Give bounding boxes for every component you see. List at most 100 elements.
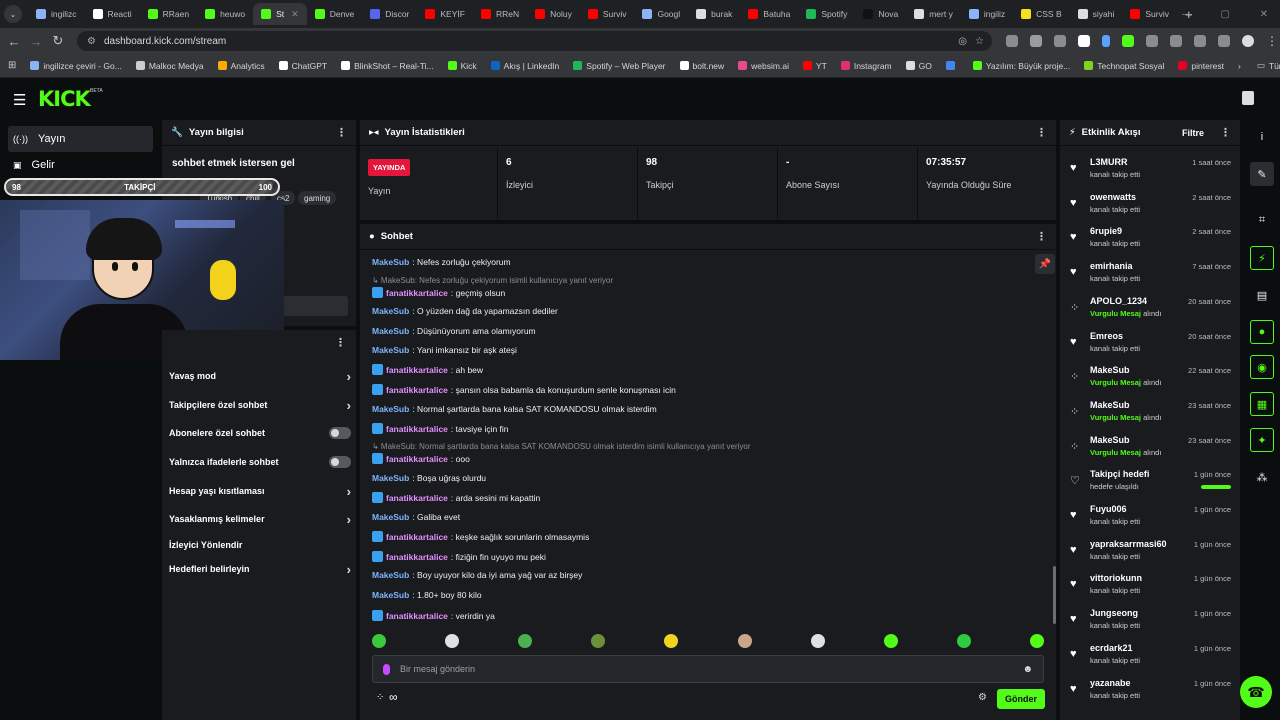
browser-menu-icon[interactable]: ⋮	[1266, 34, 1278, 48]
browser-tab[interactable]: siyahi	[1070, 3, 1123, 25]
activity-item[interactable]: ⁘ APOLO_1234 Vurgulu Mesaj alındı 20 saat ö…	[1068, 294, 1233, 324]
chevron-right-icon[interactable]: ›	[347, 398, 351, 413]
apps-icon[interactable]: ⁂	[1250, 465, 1274, 489]
kebab-menu-icon[interactable]: ⋮	[1220, 126, 1231, 139]
emote-icon[interactable]	[956, 634, 971, 648]
emote-icon[interactable]	[664, 634, 679, 648]
activity-item[interactable]: ♥ Fuyu006 kanalı takip etti 1 gün önce	[1068, 502, 1233, 532]
chevron-right-icon[interactable]: ›	[347, 369, 351, 384]
chevron-right-icon[interactable]: ›	[347, 484, 351, 499]
browser-tab[interactable]: Googl	[634, 3, 688, 25]
edit-icon[interactable]: ✎	[1250, 162, 1274, 186]
browser-tab[interactable]: mert y	[906, 3, 961, 25]
chat-username[interactable]: MakeSub	[372, 473, 409, 483]
wrench-icon[interactable]: ✦	[1250, 428, 1274, 452]
emote-icon[interactable]	[883, 634, 898, 648]
filter-button[interactable]: Filtre	[1182, 128, 1204, 138]
microphone-icon[interactable]	[383, 663, 390, 675]
tab-search-chevron-icon[interactable]: ⌄	[4, 5, 22, 23]
bookmark-item[interactable]: Analytics	[217, 61, 265, 71]
bookmark-item[interactable]: BlinkShot – Real-Ti...	[341, 61, 434, 71]
category-tag[interactable]: gaming	[298, 191, 337, 205]
chat-username[interactable]: MakeSub	[372, 257, 409, 267]
bookmark-item[interactable]: YT	[802, 61, 827, 71]
apps-grid-icon[interactable]: ⊞	[8, 60, 16, 71]
chat-setting-row[interactable]: Hedefleri belirleyin ›	[169, 559, 351, 579]
activity-item[interactable]: ♥ ecrdark21 kanalı takip etti 1 gün önce	[1068, 641, 1233, 671]
help-chat-button[interactable]: ☎	[1240, 676, 1272, 708]
bookmark-item[interactable]	[945, 61, 959, 70]
close-tab-icon[interactable]: ✕	[291, 9, 299, 20]
emote-icon[interactable]	[737, 634, 752, 648]
chat-username[interactable]: MakeSub	[372, 345, 409, 355]
stats-icon[interactable]: ▦	[1250, 392, 1274, 416]
bookmark-item[interactable]: ChatGPT	[278, 61, 327, 71]
emoji-icon[interactable]: ☻	[1022, 664, 1033, 675]
chat-username[interactable]: fanatikkartalice	[386, 365, 448, 375]
browser-tab[interactable]: RRaen	[140, 3, 197, 25]
puzzle-icon[interactable]	[1194, 35, 1206, 47]
chat-setting-row[interactable]: Yasaklanmış kelimeler ›	[169, 509, 351, 529]
broadcast-icon[interactable]: ◉	[1250, 355, 1274, 379]
profile-avatar-icon[interactable]	[1242, 35, 1254, 47]
sidebar-item-gelir[interactable]: ▣ Gelir	[8, 152, 153, 178]
browser-tab[interactable]: KEYİF	[417, 3, 473, 25]
activity-item[interactable]: ♥ emirhania kanalı takip etti 7 saat önce	[1068, 259, 1233, 289]
bookmark-item[interactable]: bolt.new	[679, 61, 724, 71]
chat-username[interactable]: MakeSub	[372, 570, 409, 580]
chat-username[interactable]: fanatikkartalice	[386, 288, 448, 298]
browser-tab[interactable]: Batuha	[740, 3, 798, 25]
bookmark-item[interactable]: pinterest	[1178, 61, 1224, 71]
chat-username[interactable]: fanatikkartalice	[386, 552, 448, 562]
kebab-menu-icon[interactable]: ⋮	[1036, 230, 1047, 243]
sidebar-item-yayin[interactable]: ((·)) Yayın	[8, 126, 153, 152]
bookmark-item[interactable]: Technopat Sosyal	[1084, 61, 1164, 71]
clipboard-icon[interactable]: ▤	[1250, 283, 1274, 307]
browser-tab[interactable]: heuwo	[197, 3, 253, 25]
kebab-menu-icon[interactable]: ⋮	[336, 126, 347, 139]
eye-off-icon[interactable]: ◎	[958, 36, 967, 47]
activity-item[interactable]: ♥ Emreos kanalı takip etti 20 saat önce	[1068, 329, 1233, 359]
browser-tab[interactable]: CSS B	[1013, 3, 1070, 25]
chat-message-input[interactable]: Bir mesaj gönderin ☻	[372, 655, 1044, 683]
activity-item[interactable]: ♥ yazanabe kanalı takip etti 1 gün önce	[1068, 676, 1233, 706]
extension-icon[interactable]	[1170, 35, 1182, 47]
info-icon[interactable]: i	[1250, 125, 1274, 149]
kebab-menu-icon[interactable]: ⋮	[1036, 126, 1047, 139]
bookmark-item[interactable]: Spotify – Web Player	[573, 61, 666, 71]
bookmark-item[interactable]: Instagram	[840, 61, 892, 71]
activity-item[interactable]: ♥ 6rupie9 kanalı takip etti 2 saat önce	[1068, 224, 1233, 254]
chevron-right-icon[interactable]: ›	[347, 512, 351, 527]
pin-icon[interactable]: 📌	[1035, 254, 1055, 274]
browser-tab[interactable]: Reacti	[85, 3, 140, 25]
chat-icon[interactable]: ●	[1250, 320, 1274, 344]
chat-username[interactable]: MakeSub	[372, 404, 409, 414]
chat-username[interactable]: MakeSub	[372, 326, 409, 336]
extension-icon[interactable]	[1102, 35, 1110, 47]
chat-settings-gear-icon[interactable]: ⚙	[978, 692, 987, 703]
chat-username[interactable]: fanatikkartalice	[386, 385, 448, 395]
extension-icon[interactable]	[1030, 35, 1042, 47]
bookmark-item[interactable]: websim.ai	[738, 61, 789, 71]
minimize-window-icon[interactable]: —	[1182, 9, 1192, 20]
emote-icon[interactable]	[591, 634, 606, 648]
bookmark-star-icon[interactable]: ☆	[975, 36, 984, 47]
dots-icon[interactable]: ⁘	[376, 692, 384, 703]
bookmark-item[interactable]: Akış | LinkedIn	[490, 61, 559, 71]
chat-username[interactable]: fanatikkartalice	[386, 424, 448, 434]
bookmark-item[interactable]: GO	[905, 61, 932, 71]
activity-item[interactable]: ♥ owenwatts kanalı takip etti 2 saat önce	[1068, 190, 1233, 220]
chat-setting-row[interactable]: Abonelere özel sohbet	[169, 423, 351, 443]
chat-username[interactable]: MakeSub	[372, 590, 409, 600]
chat-username[interactable]: fanatikkartalice	[386, 454, 448, 464]
site-settings-icon[interactable]: ⚙	[87, 36, 96, 47]
browser-tab[interactable]: Surviv	[1122, 3, 1177, 25]
extension-icon[interactable]	[1054, 35, 1066, 47]
close-window-icon[interactable]: ✕	[1260, 9, 1268, 20]
forward-arrow-icon[interactable]: →	[25, 34, 47, 49]
chat-username[interactable]: MakeSub	[372, 306, 409, 316]
emote-icon[interactable]	[810, 634, 825, 648]
chevron-right-icon[interactable]: ›	[347, 562, 351, 577]
camera-icon[interactable]: ⌗	[1250, 208, 1274, 232]
chat-setting-row[interactable]: Takipçilere özel sohbet ›	[169, 395, 351, 415]
